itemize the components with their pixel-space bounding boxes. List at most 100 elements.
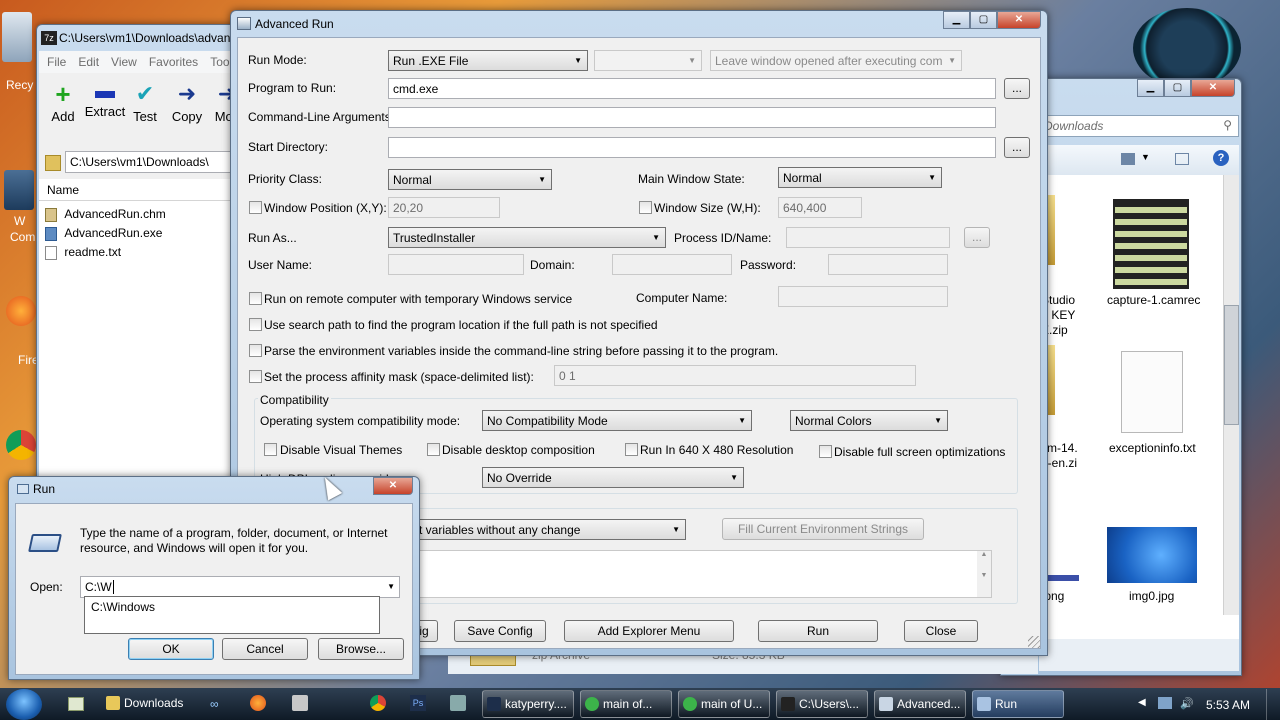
preview-pane-icon[interactable]: [1175, 153, 1189, 165]
autocomplete-dropdown[interactable]: C:\Windows: [84, 596, 380, 634]
taskbar-run[interactable]: Run: [972, 690, 1064, 718]
photoshop-taskbar-icon[interactable]: Ps: [410, 695, 426, 711]
run-button[interactable]: Run: [758, 620, 878, 642]
chevron-down-icon[interactable]: ▼: [387, 582, 395, 591]
environment-mode-select[interactable]: t variables without any change: [414, 519, 686, 540]
search-path-checkbox[interactable]: [249, 318, 262, 331]
high-dpi-override-select[interactable]: No Override: [482, 467, 744, 488]
tool-taskbar-icon[interactable]: [292, 695, 308, 711]
fill-env-strings-button[interactable]: Fill Current Environment Strings: [722, 518, 924, 540]
taskbar-advanced-run[interactable]: Advanced...: [874, 690, 966, 718]
firefox-icon[interactable]: [6, 296, 36, 326]
close-button[interactable]: Close: [904, 620, 978, 642]
domain-input[interactable]: [612, 254, 732, 275]
taskbar-zip[interactable]: C:\Users\...: [776, 690, 868, 718]
menu-file[interactable]: File: [47, 55, 66, 69]
priority-class-select[interactable]: Normal: [388, 169, 552, 190]
affinity-mask-input[interactable]: 0 1: [554, 365, 916, 386]
choose-process-button[interactable]: ...: [964, 227, 990, 248]
window-position-input[interactable]: 20,20: [388, 197, 500, 218]
computer-icon[interactable]: [4, 170, 34, 210]
copy-button[interactable]: ➜ Copy: [167, 79, 207, 124]
gauge-gadget-icon[interactable]: [1133, 8, 1241, 88]
clock-time[interactable]: 5:53 AM: [1206, 698, 1250, 712]
command-line-arguments-input[interactable]: [388, 107, 996, 128]
file-row[interactable]: AdvancedRun.chm: [45, 207, 166, 222]
chevron-down-icon[interactable]: ▼: [1141, 152, 1150, 162]
window-size-input[interactable]: 640,400: [778, 197, 862, 218]
disable-fullscreen-opt-checkbox[interactable]: [819, 445, 832, 458]
window-size-checkbox[interactable]: [639, 201, 652, 214]
autocomplete-item[interactable]: C:\Windows: [85, 597, 379, 617]
recycle-bin-icon[interactable]: [2, 12, 32, 62]
start-orb-icon[interactable]: [6, 689, 42, 720]
taskbar-main-of-2[interactable]: main of U...: [678, 690, 770, 718]
run-dialog[interactable]: Run ✕ Type the name of a program, folder…: [8, 476, 420, 680]
run-dialog-close-button[interactable]: ✕: [373, 477, 413, 495]
utility-taskbar-icon[interactable]: [450, 695, 466, 711]
password-input[interactable]: [828, 254, 948, 275]
chrome-taskbar-icon[interactable]: [370, 695, 386, 711]
network-icon[interactable]: ∞: [210, 697, 226, 711]
menu-favorites[interactable]: Favorites: [149, 55, 198, 69]
file-row[interactable]: AdvancedRun.exe: [45, 226, 162, 241]
file-label-img0[interactable]: img0.jpg: [1129, 589, 1174, 603]
camrec-video-icon[interactable]: [1113, 199, 1189, 289]
maximize-button[interactable]: ▢: [970, 11, 997, 29]
file-label-camrec[interactable]: capture-1.camrec: [1107, 293, 1200, 307]
cancel-button[interactable]: Cancel: [222, 638, 308, 660]
taskbar-main-of-1[interactable]: main of...: [580, 690, 672, 718]
explorer-scrollbar[interactable]: [1223, 175, 1239, 615]
file-row[interactable]: readme.txt: [45, 245, 121, 260]
show-desktop-icon[interactable]: [68, 697, 84, 711]
user-name-input[interactable]: [388, 254, 524, 275]
affinity-mask-checkbox[interactable]: [249, 370, 262, 383]
browse-button[interactable]: Browse...: [318, 638, 404, 660]
parse-env-checkbox[interactable]: [249, 344, 262, 357]
remote-computer-checkbox[interactable]: [249, 292, 262, 305]
process-id-input[interactable]: [786, 227, 950, 248]
disable-desktop-composition-checkbox[interactable]: [427, 443, 440, 456]
run-mode-select[interactable]: Run .EXE File: [388, 50, 588, 71]
add-button[interactable]: + Add: [45, 79, 81, 124]
column-header-name[interactable]: Name: [39, 179, 245, 201]
main-window-state-select[interactable]: Normal: [778, 167, 942, 188]
zip-address-bar[interactable]: C:\Users\vm1\Downloads\: [65, 151, 245, 173]
browse-directory-button[interactable]: ...: [1004, 137, 1030, 158]
close-window-button[interactable]: ✕: [997, 11, 1041, 29]
menu-view[interactable]: View: [111, 55, 137, 69]
explorer-close-button[interactable]: ✕: [1191, 79, 1235, 97]
run-640x480-checkbox[interactable]: [625, 443, 638, 456]
taskbar-downloads[interactable]: Downloads: [102, 690, 192, 718]
disable-visual-themes-checkbox[interactable]: [264, 443, 277, 456]
computer-name-input[interactable]: [778, 286, 948, 307]
file-label-exceptioninfo[interactable]: exceptioninfo.txt: [1109, 441, 1196, 455]
program-to-run-input[interactable]: cmd.exe: [388, 78, 996, 99]
up-folder-icon[interactable]: [45, 155, 61, 171]
tray-volume-icon[interactable]: 🔊: [1180, 697, 1194, 710]
text-document-icon[interactable]: [1121, 351, 1183, 433]
explorer-search-input[interactable]: Downloads ⚲: [1039, 115, 1239, 137]
add-explorer-menu-button[interactable]: Add Explorer Menu: [564, 620, 734, 642]
image-thumbnail-icon[interactable]: [1107, 527, 1197, 583]
tray-arrow-icon[interactable]: ◀: [1138, 697, 1146, 708]
minimize-button[interactable]: ▁: [943, 11, 970, 29]
menu-tools[interactable]: Too: [210, 55, 229, 69]
menu-edit[interactable]: Edit: [78, 55, 99, 69]
help-icon[interactable]: ?: [1213, 150, 1229, 166]
show-desktop-button[interactable]: [1266, 689, 1280, 720]
open-input[interactable]: C:\W ▼: [80, 576, 400, 598]
firefox-taskbar-icon[interactable]: [250, 695, 266, 711]
explorer-maximize-button[interactable]: ▢: [1164, 79, 1191, 97]
ok-button[interactable]: OK: [128, 638, 214, 660]
save-config-button[interactable]: Save Config: [454, 620, 546, 642]
color-mode-select[interactable]: Normal Colors: [790, 410, 948, 431]
views-icon[interactable]: [1121, 153, 1135, 165]
tray-network-icon[interactable]: [1158, 697, 1172, 709]
start-directory-input[interactable]: [388, 137, 996, 158]
run-mode-secondary-select[interactable]: [594, 50, 702, 71]
window-position-checkbox[interactable]: [249, 201, 262, 214]
resize-grip-icon[interactable]: [1028, 636, 1040, 648]
taskbar-katyperry[interactable]: katyperry....: [482, 690, 574, 718]
leave-window-select[interactable]: Leave window opened after executing comm…: [710, 50, 962, 71]
